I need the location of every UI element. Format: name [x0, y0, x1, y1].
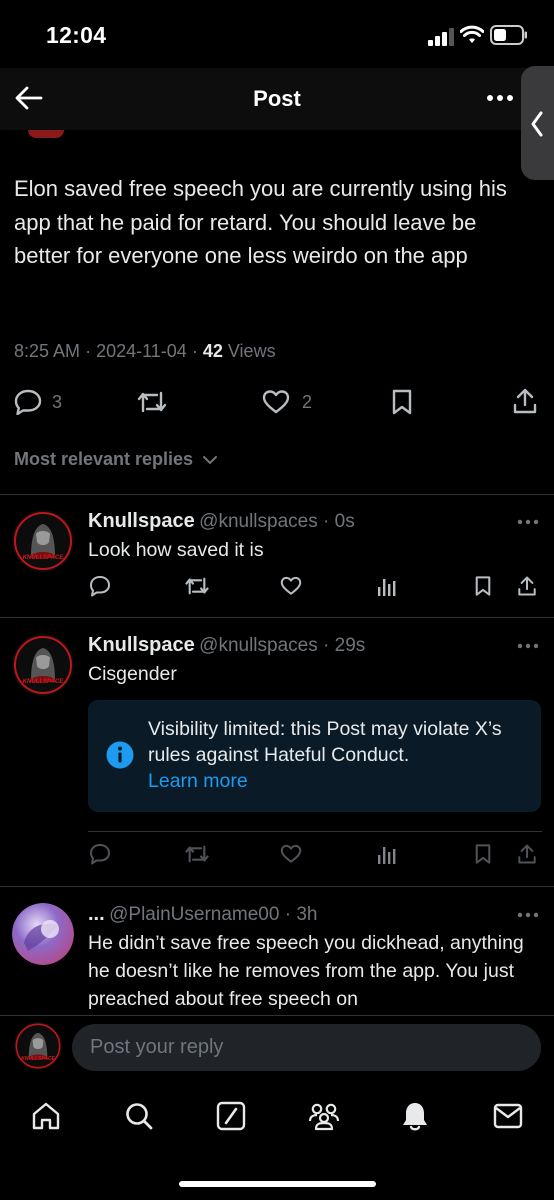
- reply-text: He didn’t save free speech you dickhead,…: [88, 932, 524, 1010]
- replies-filter[interactable]: Most relevant replies: [14, 449, 218, 470]
- signal-icon: [428, 28, 454, 46]
- more-icon[interactable]: [486, 94, 514, 102]
- grok-icon[interactable]: [216, 1101, 246, 1131]
- more-icon[interactable]: [517, 643, 539, 649]
- share-icon[interactable]: [517, 843, 537, 865]
- learn-more-link[interactable]: Learn more: [148, 770, 248, 792]
- reply-time: 3h: [296, 904, 318, 925]
- divider: [0, 494, 554, 495]
- status-bar: 12:04: [0, 0, 554, 70]
- composer-avatar: KNULLSPACE: [14, 1022, 62, 1070]
- search-icon[interactable]: [124, 1101, 154, 1131]
- status-time: 12:04: [46, 22, 107, 48]
- post-text: Elon saved free speech you are currently…: [14, 176, 507, 268]
- reply-count: 3: [52, 392, 63, 412]
- views-icon[interactable]: [377, 843, 397, 865]
- avatar[interactable]: [12, 903, 74, 965]
- replies-filter-label: Most relevant replies: [14, 449, 194, 469]
- bookmark-icon[interactable]: [391, 388, 413, 416]
- divider: [0, 1015, 554, 1016]
- page-title: Post: [253, 86, 301, 111]
- like-icon[interactable]: [280, 576, 302, 596]
- reply-icon[interactable]: [89, 575, 111, 597]
- chevron-left-icon: [531, 111, 543, 137]
- reply-header: ... @PlainUsername00 · 3h: [88, 903, 318, 925]
- home-icon[interactable]: [31, 1101, 61, 1131]
- views-label[interactable]: Views: [228, 341, 276, 361]
- repost-icon[interactable]: [184, 843, 210, 865]
- messages-icon[interactable]: [493, 1103, 523, 1129]
- reply-author-handle[interactable]: @knullspaces: [199, 511, 318, 532]
- divider: [0, 617, 554, 618]
- reply-author-name[interactable]: ...: [88, 903, 105, 925]
- reply-author-name[interactable]: Knullspace: [88, 634, 195, 656]
- reply-icon[interactable]: [89, 843, 111, 865]
- info-icon: [106, 741, 134, 769]
- reply-text: Cisgender: [88, 663, 177, 685]
- reply-input[interactable]: [72, 1024, 541, 1071]
- reply-time: 0s: [334, 511, 355, 532]
- visibility-notice-text: Visibility limited: this Post may violat…: [148, 718, 502, 792]
- reply-icon[interactable]: [14, 389, 42, 415]
- like-icon[interactable]: [262, 389, 290, 415]
- wifi-icon: [460, 25, 484, 43]
- more-icon[interactable]: [517, 912, 539, 918]
- share-icon[interactable]: [517, 575, 537, 597]
- avatar[interactable]: KNULLSPACE: [12, 510, 74, 572]
- reply-header: Knullspace @knullspaces · 29s: [88, 634, 366, 656]
- avatar[interactable]: KNULLSPACE: [12, 634, 74, 696]
- post-meta: 8:25 AM · 2024-11-04 · 42 Views: [14, 341, 276, 361]
- like-icon[interactable]: [280, 844, 302, 864]
- reply-text: Look how saved it is: [88, 539, 264, 561]
- repost-icon[interactable]: [136, 389, 168, 415]
- home-indicator: [179, 1181, 376, 1187]
- bookmark-icon[interactable]: [474, 843, 492, 865]
- divider: [0, 886, 554, 887]
- views-count: 42: [202, 341, 223, 361]
- author-avatar-partial: [28, 130, 64, 138]
- chevron-down-icon: [203, 456, 218, 465]
- reply-author-handle[interactable]: @PlainUsername00: [109, 904, 279, 925]
- communities-icon[interactable]: [307, 1101, 341, 1131]
- reply-author-name[interactable]: Knullspace: [88, 510, 195, 532]
- notifications-icon[interactable]: [401, 1100, 429, 1132]
- battery-icon: [490, 25, 527, 45]
- divider: [88, 831, 542, 832]
- views-icon[interactable]: [377, 575, 397, 597]
- post-time: 8:25 AM: [14, 341, 81, 361]
- post-date: 2024-11-04: [96, 341, 187, 361]
- side-drawer-handle[interactable]: [521, 66, 554, 180]
- reply-time: 29s: [334, 635, 366, 656]
- reply-author-handle[interactable]: @knullspaces: [199, 635, 318, 656]
- share-icon[interactable]: [512, 387, 538, 415]
- reply-header: Knullspace @knullspaces · 0s: [88, 510, 355, 532]
- bookmark-icon[interactable]: [474, 575, 492, 597]
- like-count: 2: [302, 392, 313, 412]
- more-icon[interactable]: [517, 519, 539, 525]
- repost-icon[interactable]: [184, 575, 210, 597]
